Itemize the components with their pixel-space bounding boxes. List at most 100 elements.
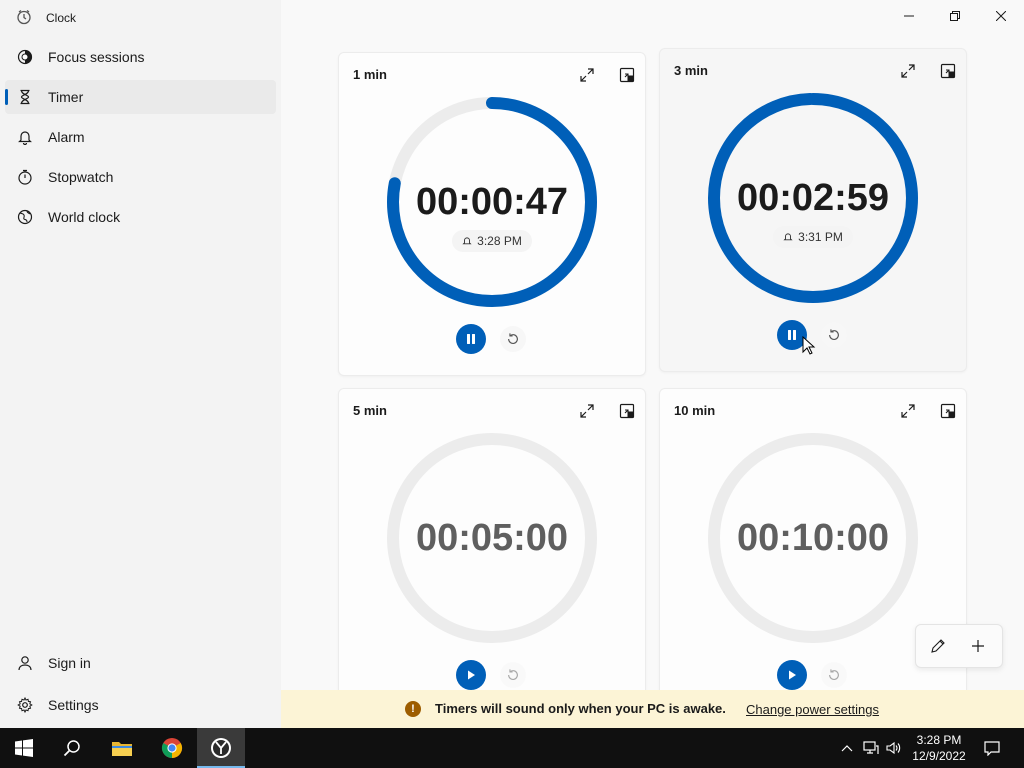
plus-icon bbox=[972, 640, 984, 652]
reset-button[interactable] bbox=[821, 662, 847, 688]
mouse-cursor-icon bbox=[802, 336, 816, 355]
stopwatch-icon bbox=[16, 168, 34, 186]
expand-button[interactable] bbox=[575, 63, 599, 87]
reset-button[interactable] bbox=[500, 326, 526, 352]
sidebar-item-label: Alarm bbox=[48, 129, 85, 145]
bell-icon bbox=[462, 237, 472, 245]
timer-card[interactable]: 10 min 00:10:00 bbox=[659, 388, 967, 730]
keep-on-top-icon bbox=[940, 403, 956, 419]
start-button[interactable] bbox=[0, 728, 48, 768]
expand-icon bbox=[580, 68, 594, 82]
pause-icon bbox=[788, 330, 796, 340]
start-button[interactable] bbox=[456, 660, 486, 690]
taskbar: 3:28 PM 12/9/2022 bbox=[0, 728, 1024, 768]
timer-title: 1 min bbox=[353, 67, 387, 82]
timer-title: 10 min bbox=[674, 403, 716, 418]
reset-icon bbox=[829, 669, 839, 680]
power-warning-banner: ! Timers will sound only when your PC is… bbox=[281, 690, 1024, 728]
sidebar-item-label: World clock bbox=[48, 209, 121, 225]
play-icon bbox=[789, 670, 796, 680]
banner-message: Timers will sound only when your PC is a… bbox=[435, 701, 726, 716]
reset-button[interactable] bbox=[500, 662, 526, 688]
clock-app-icon bbox=[16, 9, 32, 28]
sidebar-item-alarm[interactable]: Alarm bbox=[5, 120, 276, 154]
sidebar-item-stopwatch[interactable]: Stopwatch bbox=[5, 160, 276, 194]
volume-control[interactable] bbox=[884, 728, 904, 768]
sidebar-item-world-clock[interactable]: World clock bbox=[5, 200, 276, 234]
timer-edit-toolbar bbox=[915, 624, 1003, 668]
notifications-button[interactable] bbox=[980, 728, 1004, 768]
timer-card[interactable]: 3 min 00:02:59 3:31 PM bbox=[659, 48, 967, 372]
timer-display: 00:00:47 bbox=[415, 181, 569, 223]
pencil-icon bbox=[931, 639, 945, 653]
gear-icon bbox=[16, 696, 34, 714]
reset-icon bbox=[508, 669, 518, 680]
pause-icon bbox=[467, 334, 475, 344]
sign-in-label: Sign in bbox=[48, 655, 91, 671]
chrome-button[interactable] bbox=[148, 728, 196, 768]
keep-on-top-button[interactable] bbox=[936, 399, 960, 423]
timer-page: 1 min 00:00:47 3:28 PM 3 min 00:02:59 3:… bbox=[281, 0, 1024, 730]
alarm-time-chip: 3:28 PM bbox=[452, 230, 532, 252]
close-button[interactable] bbox=[978, 0, 1024, 32]
keep-on-top-icon bbox=[619, 67, 635, 83]
keep-on-top-button[interactable] bbox=[615, 63, 639, 87]
expand-icon bbox=[901, 64, 915, 78]
search-icon bbox=[63, 740, 80, 757]
timer-card[interactable]: 1 min 00:00:47 3:28 PM bbox=[338, 52, 646, 376]
edit-timers-button[interactable] bbox=[926, 634, 950, 658]
taskbar-clock[interactable]: 3:28 PM 12/9/2022 bbox=[906, 732, 972, 764]
focus-icon bbox=[16, 48, 34, 66]
taskbar-date: 12/9/2022 bbox=[912, 749, 966, 763]
globe-icon bbox=[16, 208, 34, 226]
timer-display: 00:10:00 bbox=[736, 517, 890, 559]
close-icon bbox=[996, 11, 1006, 21]
add-timer-button[interactable] bbox=[966, 634, 990, 658]
start-button[interactable] bbox=[777, 660, 807, 690]
sidebar-item-timer[interactable]: Timer bbox=[5, 80, 276, 114]
pause-button[interactable] bbox=[456, 324, 486, 354]
settings-label: Settings bbox=[48, 697, 99, 713]
sidebar-item-label: Stopwatch bbox=[48, 169, 114, 185]
clock-app-icon bbox=[211, 738, 231, 758]
alarm-time-chip: 3:31 PM bbox=[773, 226, 853, 248]
reset-icon bbox=[508, 333, 518, 344]
expand-button[interactable] bbox=[896, 399, 920, 423]
alarm-time: 3:31 PM bbox=[798, 230, 843, 244]
notification-icon bbox=[984, 741, 1000, 756]
clock-taskbar-button[interactable] bbox=[197, 728, 245, 768]
expand-icon bbox=[580, 404, 594, 418]
timer-display: 00:02:59 bbox=[736, 177, 890, 219]
keep-on-top-button[interactable] bbox=[615, 399, 639, 423]
timer-card[interactable]: 5 min 00:05:00 bbox=[338, 388, 646, 730]
keep-on-top-icon bbox=[940, 63, 956, 79]
chrome-icon bbox=[161, 738, 183, 759]
sidebar-item-focus-sessions[interactable]: Focus sessions bbox=[5, 40, 276, 74]
chevron-up-icon bbox=[841, 745, 853, 752]
show-hidden-icons-button[interactable] bbox=[838, 728, 856, 768]
change-power-settings-link[interactable]: Change power settings bbox=[746, 702, 879, 717]
expand-button[interactable] bbox=[896, 59, 920, 83]
play-icon bbox=[468, 670, 475, 680]
settings-button[interactable]: Settings bbox=[5, 688, 276, 722]
windows-logo-icon bbox=[15, 739, 33, 757]
reset-button[interactable] bbox=[821, 322, 847, 348]
sidebar-item-label: Focus sessions bbox=[48, 49, 145, 65]
keep-on-top-button[interactable] bbox=[936, 59, 960, 83]
sign-in-button[interactable]: Sign in bbox=[5, 646, 276, 680]
restore-button[interactable] bbox=[932, 0, 978, 32]
minimize-button[interactable] bbox=[886, 0, 932, 32]
network-status[interactable] bbox=[860, 728, 882, 768]
sidebar-item-label: Timer bbox=[48, 89, 84, 105]
file-explorer-button[interactable] bbox=[98, 728, 146, 768]
timer-title: 3 min bbox=[674, 63, 708, 78]
folder-icon bbox=[112, 742, 132, 756]
expand-button[interactable] bbox=[575, 399, 599, 423]
expand-icon bbox=[901, 404, 915, 418]
app-title: Clock bbox=[46, 11, 77, 25]
bell-icon bbox=[783, 233, 793, 241]
sidebar: Clock Focus sessions Timer Alarm Stopwat… bbox=[0, 0, 282, 728]
search-button[interactable] bbox=[48, 728, 96, 768]
person-icon bbox=[16, 654, 34, 672]
alarm-time: 3:28 PM bbox=[477, 234, 522, 248]
